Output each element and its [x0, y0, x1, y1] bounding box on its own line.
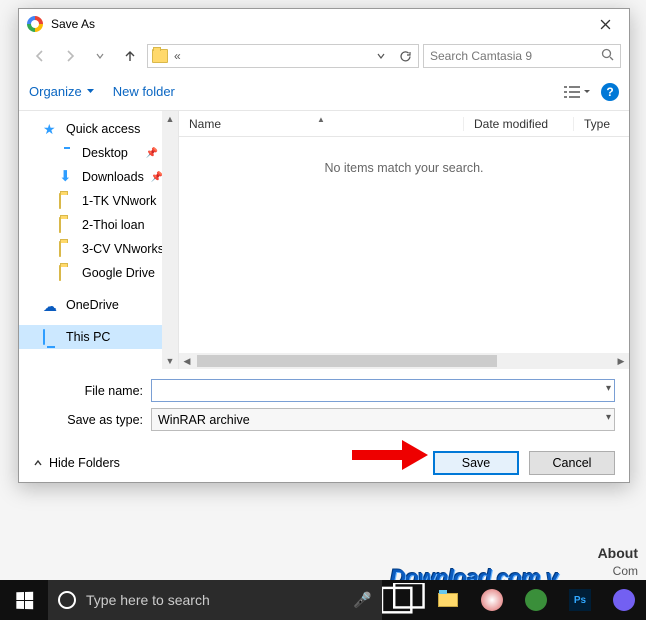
breadcrumb: « [174, 49, 181, 63]
tree-item-folder[interactable]: Google Drive [19, 261, 178, 285]
chevron-down-icon[interactable]: ▾ [606, 412, 611, 423]
tree-this-pc[interactable]: This PC [19, 325, 178, 349]
folder-icon [59, 217, 61, 233]
taskbar: Type here to search 🎤 Ps [0, 580, 646, 620]
pin-icon: 📌 [146, 148, 158, 159]
empty-message: No items match your search. [179, 137, 629, 353]
cancel-button[interactable]: Cancel [529, 451, 615, 475]
viber-button[interactable] [602, 580, 646, 620]
view-options-button[interactable] [563, 85, 591, 99]
folder-icon [152, 49, 168, 63]
scrollbar-thumb[interactable] [197, 355, 497, 367]
new-folder-button[interactable]: New folder [113, 84, 175, 99]
file-name-label: File name: [33, 384, 151, 398]
address-bar[interactable]: « [147, 44, 419, 68]
file-list: ▲ Name Date modified Type No items match… [179, 111, 629, 369]
scroll-up-icon[interactable]: ▲ [162, 111, 178, 127]
chevron-down-icon [583, 88, 591, 96]
photoshop-button[interactable]: Ps [558, 580, 602, 620]
explorer-icon [438, 593, 458, 607]
forward-button[interactable] [57, 43, 83, 69]
taskbar-search[interactable]: Type here to search 🎤 [48, 580, 382, 620]
titlebar: Save As [19, 9, 629, 39]
task-view-button[interactable] [382, 580, 426, 620]
windows-icon [16, 591, 33, 609]
file-name-input[interactable] [151, 379, 615, 402]
hide-folders-button[interactable]: Hide Folders [33, 456, 120, 470]
scroll-left-icon[interactable]: ◀ [179, 356, 195, 367]
window-title: Save As [51, 17, 585, 31]
folder-icon [59, 241, 61, 257]
back-button[interactable] [27, 43, 53, 69]
tree-item-folder[interactable]: 1-TK VNwork [19, 189, 178, 213]
photoshop-icon: Ps [569, 589, 591, 611]
tree-onedrive[interactable]: ☁ OneDrive [19, 293, 178, 317]
chrome-icon [27, 16, 43, 32]
save-type-select[interactable]: WinRAR archive [151, 408, 615, 431]
start-button[interactable] [0, 580, 48, 620]
folder-icon [59, 193, 61, 209]
col-name[interactable]: ▲ Name [179, 117, 463, 131]
download-icon: ⬇ [59, 170, 75, 184]
app-icon-1[interactable] [470, 580, 514, 620]
sort-asc-icon: ▲ [317, 115, 325, 124]
tree-quick-access[interactable]: ★ Quick access [19, 117, 178, 141]
column-headers: ▲ Name Date modified Type [179, 111, 629, 137]
task-view-icon [382, 583, 426, 617]
chevron-down-icon[interactable]: ▾ [606, 383, 611, 394]
tree-item-folder[interactable]: 3-CV VNworks [19, 237, 178, 261]
organize-button[interactable]: Organize [29, 84, 95, 99]
chevron-down-icon [86, 87, 95, 96]
search-icon [601, 48, 614, 64]
up-button[interactable] [117, 43, 143, 69]
tree-scrollbar[interactable]: ▲ ▼ [162, 111, 178, 369]
tree-item-desktop[interactable]: Desktop 📌 [19, 141, 178, 165]
taskbar-search-placeholder: Type here to search [86, 592, 210, 608]
refresh-button[interactable] [396, 50, 414, 63]
folder-icon [59, 265, 61, 281]
close-button[interactable] [585, 10, 625, 38]
cloud-icon: ☁ [43, 298, 59, 312]
list-hscrollbar[interactable]: ◀ ▶ [179, 353, 629, 369]
nav-row: « Search Camtasia 9 [19, 39, 629, 73]
chevron-up-icon [33, 458, 43, 468]
nav-tree: ★ Quick access Desktop 📌 ⬇ Downloads 📌 1… [19, 111, 179, 369]
cortana-icon [58, 591, 76, 609]
pc-icon [43, 329, 45, 345]
search-input[interactable]: Search Camtasia 9 [423, 44, 621, 68]
mic-icon[interactable]: 🎤 [353, 591, 372, 609]
tree-item-folder[interactable]: 2-Thoi loan [19, 213, 178, 237]
tree-item-downloads[interactable]: ⬇ Downloads 📌 [19, 165, 178, 189]
recent-dropdown[interactable] [87, 43, 113, 69]
toolbar: Organize New folder ? [19, 73, 629, 111]
address-dropdown-icon[interactable] [372, 51, 390, 61]
col-date-modified[interactable]: Date modified [463, 117, 573, 131]
page-heading-about: About [598, 545, 638, 561]
col-type[interactable]: Type [573, 117, 629, 131]
app-icon-2[interactable] [514, 580, 558, 620]
form-area: File name: ▾ Save as type: WinRAR archiv… [19, 369, 629, 445]
explorer-button[interactable] [426, 580, 470, 620]
save-button[interactable]: Save [433, 451, 519, 475]
dialog-body: ★ Quick access Desktop 📌 ⬇ Downloads 📌 1… [19, 111, 629, 369]
scroll-down-icon[interactable]: ▼ [162, 353, 178, 369]
help-button[interactable]: ? [601, 83, 619, 101]
page-text-com: Com [613, 564, 638, 578]
search-placeholder: Search Camtasia 9 [430, 49, 532, 63]
viber-icon [613, 589, 635, 611]
button-bar: Hide Folders Save Cancel [19, 445, 629, 487]
star-icon: ★ [43, 122, 59, 136]
save-as-dialog: Save As « Search Camtasia 9 Organize New… [18, 8, 630, 483]
scroll-right-icon[interactable]: ▶ [613, 356, 629, 367]
save-type-label: Save as type: [33, 413, 151, 427]
